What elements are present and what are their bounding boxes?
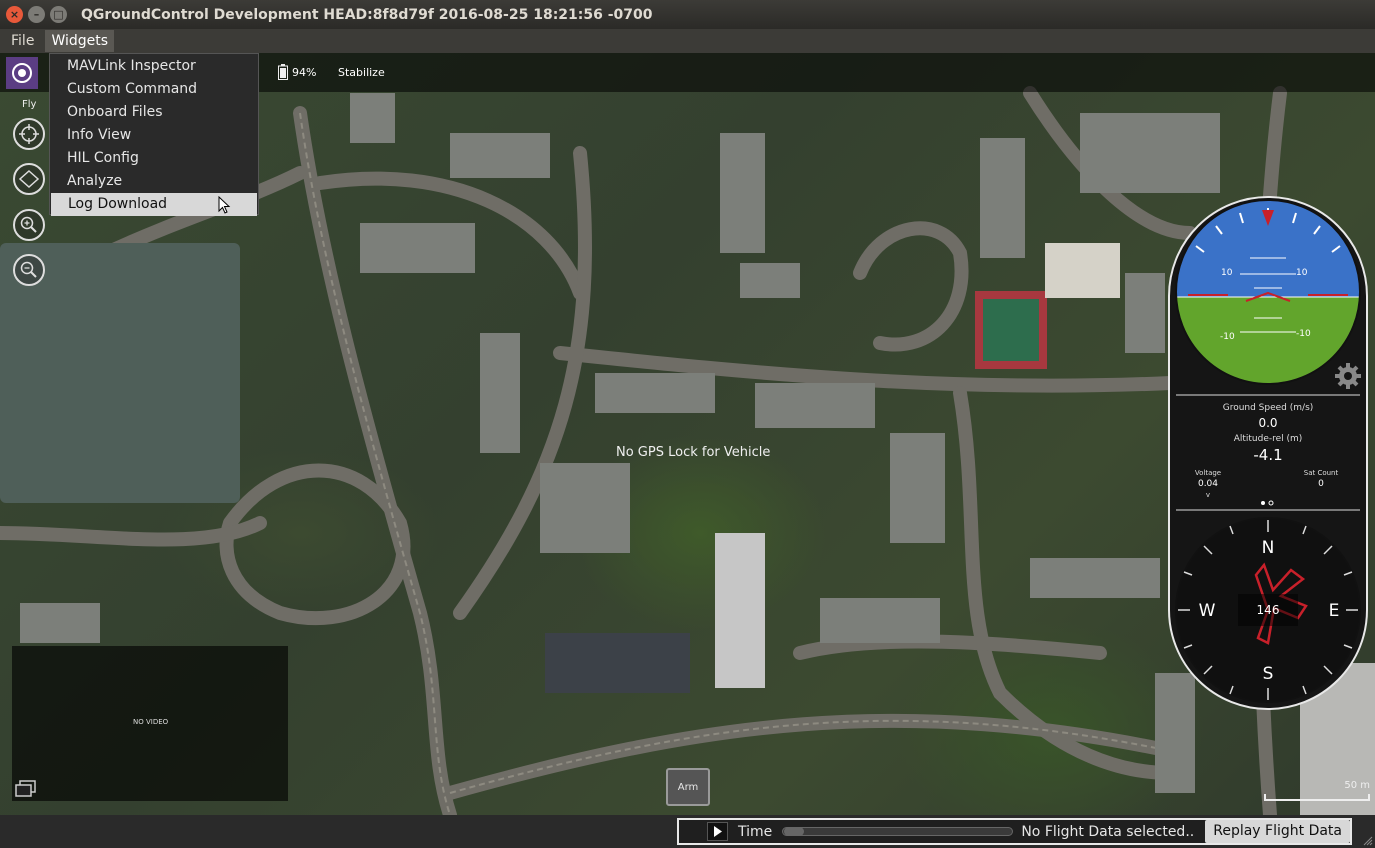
voltage-value: 0.04: [1197, 479, 1219, 489]
fly-label: Fly: [22, 99, 37, 110]
pitch-label-down-left: -10: [1220, 332, 1235, 342]
map-type-button[interactable]: [13, 163, 45, 195]
zoom-out-button[interactable]: [13, 254, 45, 286]
pitch-label-down-right: -10: [1296, 329, 1311, 339]
sat-count-value: 0: [1318, 479, 1324, 489]
voltage-label: Voltage: [1194, 469, 1222, 477]
arm-button[interactable]: Arm: [666, 768, 710, 806]
battery-percent: 94%: [292, 65, 317, 79]
play-button[interactable]: [707, 822, 729, 841]
zoom-in-icon: [20, 216, 37, 233]
no-video-label: NO VIDEO: [133, 718, 169, 726]
menu-item-mavlink-inspector[interactable]: MAVLink Inspector: [50, 55, 258, 78]
menu-item-info-view[interactable]: Info View: [50, 124, 258, 147]
menu-widgets[interactable]: Widgets: [45, 30, 115, 52]
menu-file[interactable]: File: [5, 30, 40, 52]
menu-item-analyze[interactable]: Analyze: [50, 170, 258, 193]
pitch-label-up-right: 10: [1296, 268, 1308, 278]
slider-handle[interactable]: [784, 827, 805, 836]
menu-bar: File Widgets: [0, 29, 1375, 53]
layers-icon: [18, 169, 40, 189]
pitch-label-up-left: 10: [1221, 268, 1233, 278]
no-gps-status: No GPS Lock for Vehicle: [616, 445, 771, 460]
compass-south: S: [1262, 664, 1274, 684]
maximize-window-button[interactable]: □: [50, 6, 67, 23]
window-title: QGroundControl Development HEAD:8f8d79f …: [81, 6, 653, 23]
pip-toggle-icon[interactable]: [15, 780, 37, 798]
compass-west: W: [1198, 601, 1216, 621]
replay-time-slider[interactable]: [782, 827, 1014, 836]
menu-item-onboard-files[interactable]: Onboard Files: [50, 101, 258, 124]
close-window-button[interactable]: ×: [6, 6, 23, 23]
mouse-cursor-icon: [218, 196, 231, 214]
altitude-label: Altitude-rel (m): [1233, 434, 1303, 444]
resize-grip-icon[interactable]: [1363, 836, 1373, 846]
widgets-dropdown-menu: MAVLink Inspector Custom Command Onboard…: [49, 53, 259, 216]
menu-item-custom-command[interactable]: Custom Command: [50, 78, 258, 101]
flight-replay-bar: Time No Flight Data selected.. Replay Fl…: [677, 818, 1352, 845]
ground-speed-value: 0.0: [1258, 416, 1278, 430]
replay-status: No Flight Data selected..: [1021, 823, 1195, 840]
crosshair-icon: [19, 124, 39, 144]
compass-east: E: [1328, 601, 1340, 621]
menu-item-hil-config[interactable]: HIL Config: [50, 147, 258, 170]
replay-flight-data-button[interactable]: Replay Flight Data: [1205, 820, 1350, 843]
flight-mode[interactable]: Stabilize: [338, 66, 385, 79]
center-map-button[interactable]: [13, 118, 45, 150]
instrument-panel: 10 10 -10 -10 Ground Speed (m/s) 0.0 Alt…: [1168, 196, 1368, 710]
ground-speed-label: Ground Speed (m/s): [1222, 403, 1314, 413]
qgc-logo-icon[interactable]: [6, 57, 38, 89]
time-label: Time: [738, 823, 773, 840]
sat-count-label: Sat Count: [1303, 469, 1339, 477]
heading-value: 146: [1256, 603, 1280, 617]
zoom-out-icon: [20, 261, 37, 278]
title-bar: × – □ QGroundControl Development HEAD:8f…: [0, 0, 1375, 29]
voltage-unit: v: [1205, 491, 1211, 499]
compass-north: N: [1261, 538, 1275, 558]
zoom-in-button[interactable]: [13, 209, 45, 241]
battery-indicator[interactable]: 94%: [278, 64, 316, 80]
play-icon: [713, 826, 722, 837]
minimize-window-button[interactable]: –: [28, 6, 45, 23]
battery-icon: [278, 64, 288, 80]
map-scale-label: 50 m: [1344, 780, 1370, 791]
altitude-value: -4.1: [1253, 446, 1283, 464]
settings-gear-icon: [1335, 363, 1361, 389]
